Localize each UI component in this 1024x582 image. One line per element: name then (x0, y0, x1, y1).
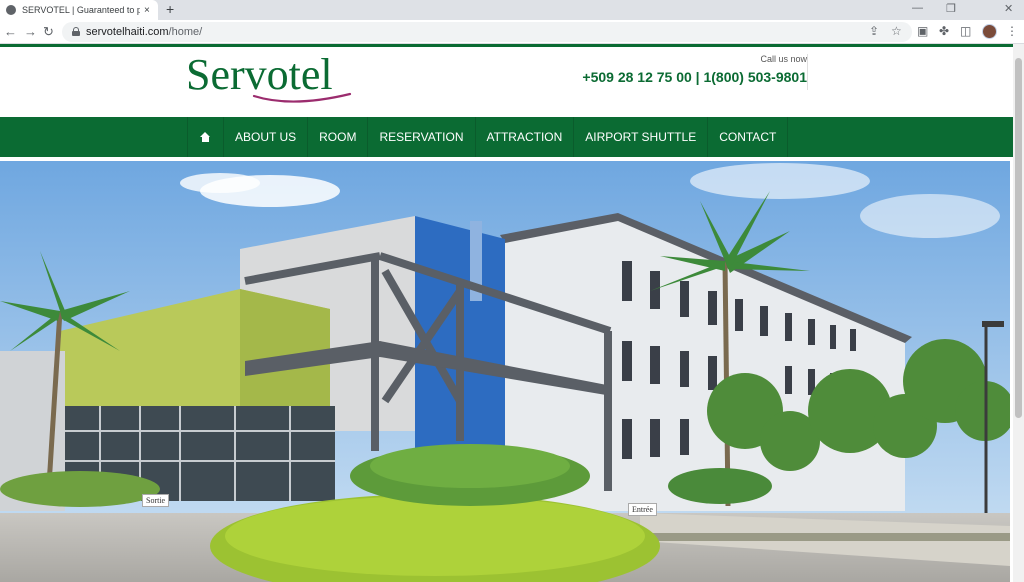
exit-sign: Sortie (142, 494, 170, 507)
lock-icon[interactable] (72, 27, 80, 36)
nav-home[interactable] (187, 117, 223, 157)
top-accent-bar (0, 44, 1013, 47)
url-text[interactable]: servotelhaiti.com/home/ (86, 26, 202, 38)
page-scrollbar[interactable] (1013, 44, 1024, 582)
nav-contact[interactable]: CONTACT (707, 117, 789, 157)
sidepanel-icon[interactable]: ◫ (960, 24, 971, 38)
globe-icon (6, 5, 16, 15)
nav-room[interactable]: ROOM (307, 117, 367, 157)
profile-avatar[interactable] (982, 24, 997, 39)
minimize-icon[interactable]: — (912, 2, 923, 14)
close-window-icon[interactable]: ✕ (1004, 2, 1013, 15)
nav-airport-shuttle[interactable]: AIRPORT SHUTTLE (573, 117, 707, 157)
menu-icon[interactable]: ⋮ (1006, 24, 1018, 38)
share-icon[interactable]: ⇪ (869, 24, 879, 38)
browser-tab-strip: SERVOTEL | Guaranteed to provi × + — ❐ ✕ (0, 0, 1024, 20)
call-label: Call us now (760, 54, 807, 64)
nav-attraction[interactable]: ATTRACTION (474, 117, 574, 157)
phone-numbers[interactable]: +509 28 12 75 00 | 1(800) 503-9801 (582, 69, 807, 85)
main-nav: ABOUT US ROOM RESERVATION ATTRACTION AIR… (187, 117, 789, 157)
tab-title: SERVOTEL | Guaranteed to provi (22, 5, 140, 15)
extension-icon[interactable]: ▣ (917, 24, 928, 38)
nav-about-us[interactable]: ABOUT US (223, 117, 307, 157)
web-page: Servotel Call us now +509 28 12 75 00 | … (0, 44, 1013, 582)
close-tab-icon[interactable]: × (144, 5, 150, 16)
restore-icon[interactable]: ❐ (946, 2, 956, 15)
reload-icon[interactable]: ↻ (43, 24, 54, 40)
entry-sign: Entrée (628, 503, 657, 516)
address-toolbar: ← → ↻ servotelhaiti.com/home/ ⇪ ☆ ▣ ✤ ◫ … (0, 20, 1024, 44)
scrollbar-thumb[interactable] (1015, 58, 1022, 418)
nav-reservation[interactable]: RESERVATION (367, 117, 474, 157)
puzzle-icon[interactable]: ✤ (939, 24, 949, 38)
servotel-logo[interactable]: Servotel (186, 52, 356, 108)
forward-icon[interactable]: → (24, 24, 37, 39)
address-bar[interactable]: servotelhaiti.com/home/ (62, 22, 912, 42)
back-icon[interactable]: ← (4, 24, 17, 39)
browser-tab[interactable]: SERVOTEL | Guaranteed to provi × (0, 0, 158, 20)
star-icon[interactable]: ☆ (891, 24, 902, 38)
main-navbar: ABOUT US ROOM RESERVATION ATTRACTION AIR… (0, 117, 1013, 157)
call-us-box: Call us now +509 28 12 75 00 | 1(800) 50… (582, 54, 807, 85)
hero-hotel-image: Sortie Entrée (0, 161, 1010, 582)
new-tab-button[interactable]: + (166, 1, 174, 17)
header-divider (807, 54, 808, 90)
hotel-building-illustration (0, 161, 1010, 582)
home-icon (200, 132, 211, 142)
logo-swoosh-icon (252, 92, 352, 103)
